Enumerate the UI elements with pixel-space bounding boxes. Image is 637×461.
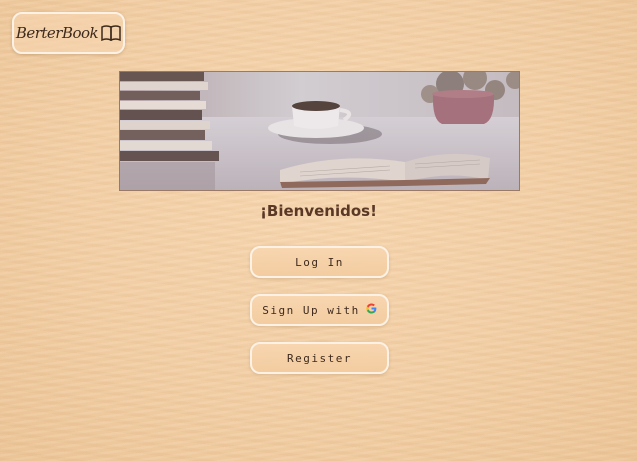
register-label: Register (287, 351, 352, 365)
google-g-icon (366, 303, 377, 317)
google-signup-button[interactable]: Sign Up with (250, 294, 389, 326)
open-book-icon (101, 25, 121, 41)
brand-name: BerterBook (15, 24, 99, 42)
register-button[interactable]: Register (250, 342, 389, 374)
login-label: Log In (295, 255, 344, 269)
brand-logo[interactable]: BerterBook (12, 12, 125, 54)
hero-image (119, 71, 520, 191)
login-button[interactable]: Log In (250, 246, 389, 278)
google-signup-label: Sign Up with (262, 303, 360, 317)
welcome-heading: ¡Bienvenidos! (260, 202, 377, 220)
